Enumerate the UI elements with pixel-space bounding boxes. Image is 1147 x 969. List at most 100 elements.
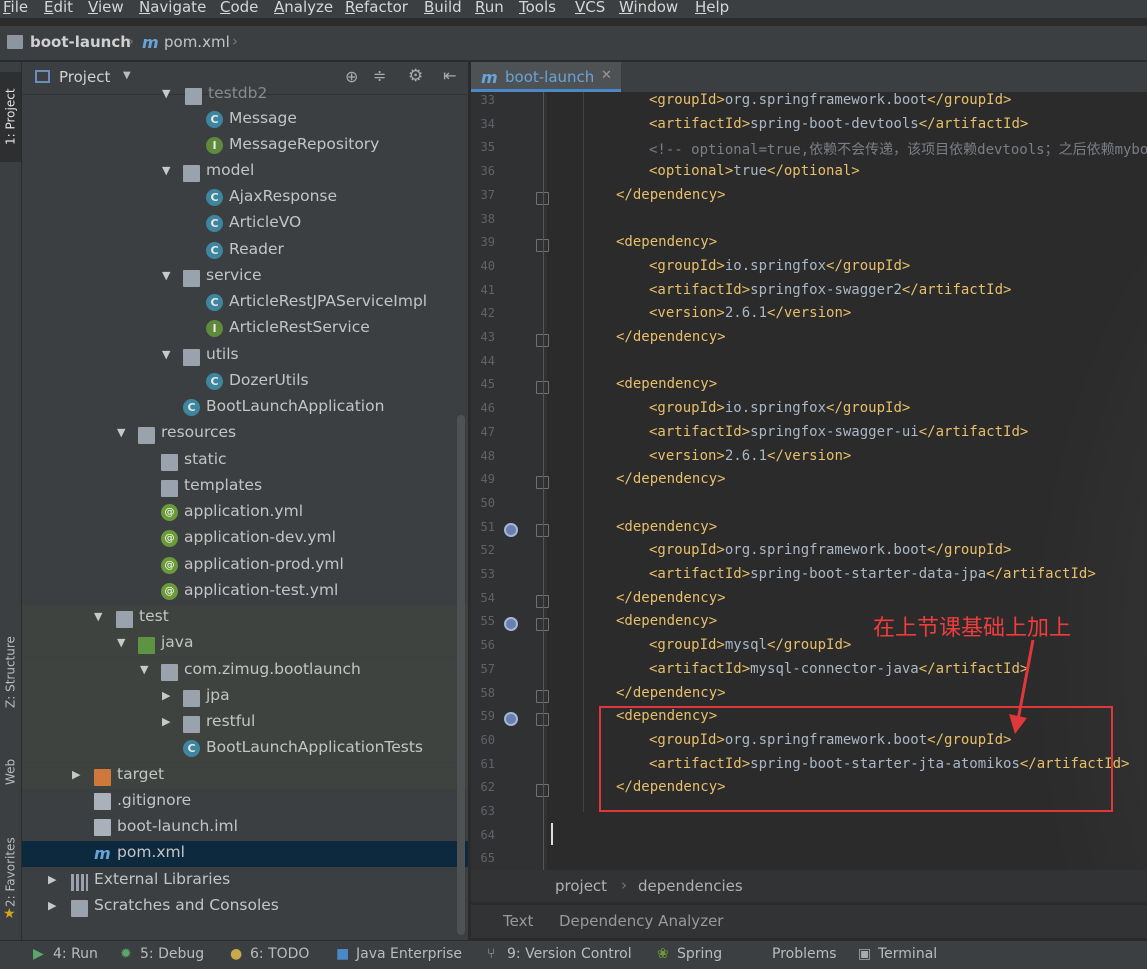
- menu-bar: File Edit View Navigate Code Analyze Refactor B…: [0, 0, 1147, 18]
- expand-arrow-down-icon[interactable]: ▼: [117, 426, 125, 439]
- tree-item-pom-xml[interactable]: m pom.xml: [22, 841, 468, 867]
- tree-item-static[interactable]: static: [22, 448, 468, 474]
- line-number: 60: [480, 733, 495, 747]
- expand-arrow-right-icon[interactable]: ▶: [162, 689, 170, 702]
- menu-run[interactable]: Run: [475, 0, 504, 16]
- nav-project[interactable]: boot-launch: [30, 33, 131, 51]
- expand-arrow-right-icon[interactable]: ▶: [162, 715, 170, 728]
- tree-item-application-prod-yml[interactable]: @ application-prod.yml: [22, 553, 468, 579]
- tool-window-spring[interactable]: Spring: [677, 946, 722, 962]
- nav-file[interactable]: pom.xml: [164, 33, 230, 51]
- expand-arrow-down-icon[interactable]: ▼: [117, 636, 125, 649]
- editor-tab-pom[interactable]: m boot-launch ✕: [471, 62, 621, 92]
- breadcrumb-project[interactable]: project: [555, 877, 607, 895]
- breadcrumb-dependencies[interactable]: dependencies: [638, 877, 743, 895]
- tree-item-jpa[interactable]: ▶ jpa: [22, 684, 468, 710]
- menu-view[interactable]: View: [88, 0, 124, 16]
- maven-dependency-marker-icon[interactable]: [504, 712, 518, 726]
- line-number: 34: [480, 117, 495, 131]
- tree-item-java[interactable]: ▼ java: [22, 631, 468, 657]
- tree-item-bootlaunchapplicationtests[interactable]: C BootLaunchApplicationTests: [22, 736, 468, 762]
- tree-item-scratches-and-consoles[interactable]: ▶ Scratches and Consoles: [22, 894, 468, 920]
- tree-item-ajaxresponse[interactable]: C AjaxResponse: [22, 185, 468, 211]
- tool-window-4-run[interactable]: 4: Run: [53, 946, 98, 962]
- tree-item-reader[interactable]: C Reader: [22, 238, 468, 264]
- tree-item-external-libraries[interactable]: ▶ External Libraries: [22, 868, 468, 894]
- tool-window-terminal[interactable]: Terminal: [878, 946, 937, 962]
- tree-item-dozerutils[interactable]: C DozerUtils: [22, 369, 468, 395]
- expand-arrow-down-icon[interactable]: ▼: [140, 663, 148, 676]
- maven-dependency-marker-icon[interactable]: [504, 617, 518, 631]
- tool-window-6-todo[interactable]: 6: TODO: [250, 946, 309, 962]
- code-line: <dependency>: [616, 376, 717, 392]
- tree-item-gitignore[interactable]: .gitignore: [22, 789, 468, 815]
- tree-item-articlerestjpaserviceimpl[interactable]: C ArticleRestJPAServiceImpl: [22, 290, 468, 316]
- tree-item-messagerepository[interactable]: I MessageRepository: [22, 133, 468, 159]
- tree-item-testdb2[interactable]: ▼ testdb2: [22, 82, 468, 108]
- xml-tag: </dependency>: [616, 471, 726, 487]
- expand-arrow-down-icon[interactable]: ▼: [162, 348, 170, 361]
- menu-navigate[interactable]: Navigate: [139, 0, 206, 16]
- tab-project[interactable]: 1: Project: [0, 72, 21, 162]
- tree-item-restful[interactable]: ▶ restful: [22, 710, 468, 736]
- tree-item-label: test: [139, 607, 169, 625]
- left-tool-strip: 1: Project Z: Structure Web 2: Favorites…: [0, 62, 22, 940]
- menu-build[interactable]: Build: [424, 0, 462, 16]
- tool-window-problems[interactable]: Problems: [772, 946, 837, 962]
- menu-window[interactable]: Window: [619, 0, 678, 16]
- tree-item-model[interactable]: ▼ model: [22, 159, 468, 185]
- package-icon: [183, 690, 200, 707]
- tree-item-target[interactable]: ▶ target: [22, 763, 468, 789]
- tree-item-articlevo[interactable]: C ArticleVO: [22, 211, 468, 237]
- tree-item-service[interactable]: ▼ service: [22, 264, 468, 290]
- menu-analyze[interactable]: Analyze: [274, 0, 333, 16]
- maven-dependency-marker-icon[interactable]: [504, 523, 518, 537]
- tree-item-resources[interactable]: ▼ resources: [22, 421, 468, 447]
- tree-item-bootlaunchapplication[interactable]: C BootLaunchApplication: [22, 395, 468, 421]
- tree-item-articlerestservice[interactable]: I ArticleRestService: [22, 316, 468, 342]
- star-icon: ★: [3, 906, 16, 922]
- tree-item-utils[interactable]: ▼ utils: [22, 343, 468, 369]
- dropdown-arrow-icon[interactable]: ▼: [123, 70, 131, 81]
- tree-item-templates[interactable]: templates: [22, 474, 468, 500]
- tab-dependency-analyzer[interactable]: Dependency Analyzer: [559, 912, 723, 930]
- tree-item-application-yml[interactable]: @ application.yml: [22, 500, 468, 526]
- tool-window-5-debug[interactable]: 5: Debug: [140, 946, 204, 962]
- xml-text: 2.6.1: [724, 448, 768, 464]
- expand-arrow-right-icon[interactable]: ▶: [72, 768, 80, 781]
- tab-text[interactable]: Text: [503, 912, 533, 930]
- tree-item-application-test-yml[interactable]: @ application-test.yml: [22, 579, 468, 605]
- expand-arrow-down-icon[interactable]: ▼: [162, 164, 170, 177]
- close-icon[interactable]: ✕: [601, 68, 612, 83]
- expand-arrow-right-icon[interactable]: ▶: [48, 899, 56, 912]
- xml-tag: <groupId>: [649, 400, 725, 416]
- menu-file[interactable]: File: [3, 0, 28, 16]
- tool-window-java-enterprise[interactable]: Java Enterprise: [356, 946, 462, 962]
- menu-refactor[interactable]: Refactor: [345, 0, 408, 16]
- expand-arrow-down-icon[interactable]: ▼: [94, 610, 102, 623]
- expand-arrow-down-icon[interactable]: ▼: [162, 87, 170, 100]
- folder-icon: [183, 349, 200, 366]
- tree-item-label: templates: [184, 476, 263, 494]
- tab-favorites[interactable]: 2: Favorites: [0, 832, 21, 912]
- code-line: </dependency>: [616, 329, 726, 345]
- tree-item-com-zimug-bootlaunch[interactable]: ▼ com.zimug.bootlaunch: [22, 658, 468, 684]
- tree-item-boot-launch-iml[interactable]: boot-launch.iml: [22, 815, 468, 841]
- expand-arrow-down-icon[interactable]: ▼: [162, 269, 170, 282]
- xml-text: springfox-swagger-ui: [750, 424, 919, 440]
- menu-tools[interactable]: Tools: [519, 0, 556, 16]
- tree-item-application-dev-yml[interactable]: @ application-dev.yml: [22, 526, 468, 552]
- menu-help[interactable]: Help: [695, 0, 729, 16]
- xml-text: mysql-connector-java: [750, 661, 919, 677]
- tree-item-message[interactable]: C Message: [22, 107, 468, 133]
- line-number: 51: [480, 520, 495, 534]
- tree-item-test[interactable]: ▼ test: [22, 605, 468, 631]
- expand-arrow-right-icon[interactable]: ▶: [48, 873, 56, 886]
- tab-web[interactable]: Web: [0, 752, 21, 792]
- tool-window-9-version-control[interactable]: 9: Version Control: [507, 946, 632, 962]
- menu-code[interactable]: Code: [220, 0, 258, 16]
- menu-edit[interactable]: Edit: [44, 0, 73, 16]
- project-scrollbar[interactable]: [457, 415, 465, 935]
- menu-vcs[interactable]: VCS: [575, 0, 605, 16]
- tab-structure[interactable]: Z: Structure: [0, 627, 21, 717]
